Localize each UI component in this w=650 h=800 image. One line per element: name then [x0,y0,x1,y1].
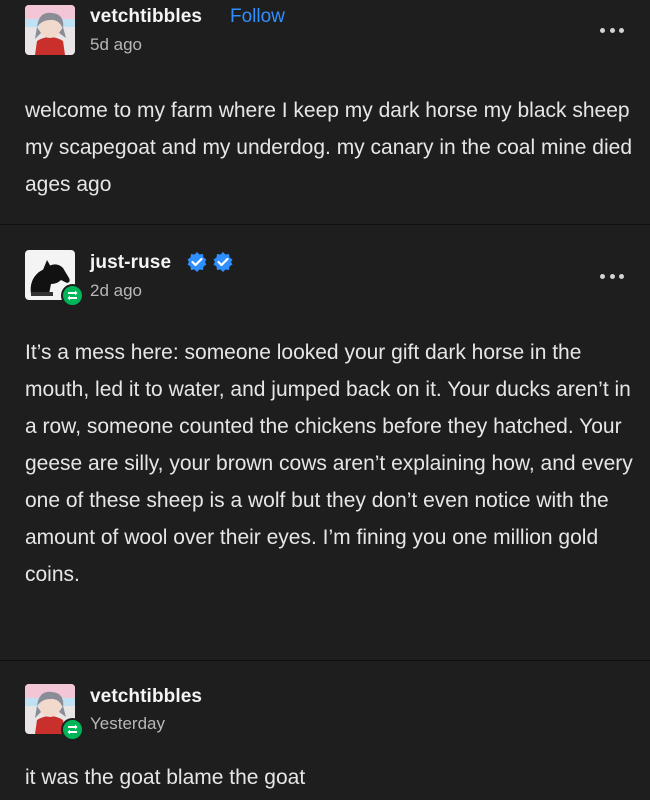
username[interactable]: just-ruse [90,252,171,274]
post-timestamp[interactable]: 2d ago [90,281,142,301]
follow-button[interactable]: Follow [230,6,285,28]
avatar[interactable] [25,5,75,55]
post-body: welcome to my farm where I keep my dark … [25,99,633,196]
username[interactable]: vetchtibbles [90,686,202,708]
verified-badge-icon [187,252,207,272]
more-options-icon[interactable] [600,26,624,34]
verified-badge-icon [213,252,233,272]
reblog-icon [61,284,84,307]
post-timestamp[interactable]: 5d ago [90,35,142,55]
post-original: vetchtibbles Follow 5d ago welcome to my… [0,0,650,224]
username[interactable]: vetchtibbles [90,6,202,28]
anime-character-avatar-icon [25,5,75,55]
post-reblog: just-ruse 2d ago It’s a mess here: someo… [0,224,650,660]
reblog-icon [61,718,84,741]
post-body: It’s a mess here: someone looked your gi… [25,341,633,586]
post-reply: vetchtibbles Yesterday it was the goat b… [0,660,650,800]
post-timestamp[interactable]: Yesterday [90,714,165,734]
post-body: it was the goat blame the goat [25,766,306,789]
more-options-icon[interactable] [600,272,624,280]
